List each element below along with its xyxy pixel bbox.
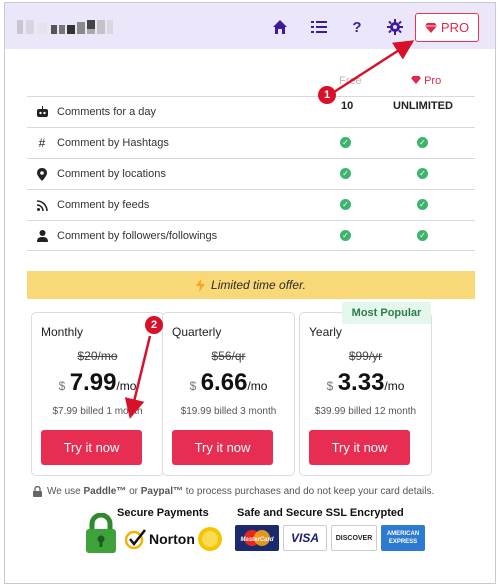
check-icon: ✓	[340, 199, 351, 210]
norton-check-icon	[125, 529, 146, 549]
visa-badge: VISA	[283, 525, 327, 551]
pro-button[interactable]: PRO	[415, 13, 479, 42]
robot-icon	[27, 106, 57, 118]
hashtag-icon: #	[38, 136, 46, 150]
feature-row: Comment by locations	[27, 158, 475, 189]
norton-seal-icon	[197, 527, 222, 551]
mastercard-label: MasterCard	[240, 537, 273, 543]
offer-text: Limited time offer.	[211, 278, 306, 292]
limited-offer-banner: Limited time offer.	[27, 271, 475, 299]
plan-billing: $19.99 billed 3 month	[180, 406, 277, 417]
feature-row: Comment by feeds	[27, 189, 475, 220]
try-it-now-button-monthly[interactable]: Try it now	[41, 430, 142, 465]
try-it-now-button-yearly[interactable]: Try it now	[309, 430, 410, 465]
price-period: /mo	[247, 379, 268, 393]
check-icon: ✓	[417, 230, 428, 241]
mastercard-badge: MasterCard	[235, 525, 279, 551]
blurred-logo	[17, 17, 113, 37]
gem-icon	[424, 22, 437, 33]
price-currency: $	[58, 379, 66, 393]
check-icon: ✓	[340, 230, 351, 241]
amex-badge: AMERICAN EXPRESS	[381, 525, 425, 551]
payment-note-or: or	[126, 486, 141, 497]
feature-label: Comment by Hashtags	[57, 137, 169, 149]
user-icon	[27, 229, 57, 242]
help-icon[interactable]: ?	[345, 15, 369, 39]
payment-note: We use Paddle™ or Paypal™ to process pur…	[33, 486, 483, 497]
gem-icon	[411, 76, 421, 84]
plan-name: Yearly	[309, 325, 342, 339]
payment-note-text: We use Paddle™ or Paypal™ to process pur…	[47, 486, 434, 497]
lightning-icon	[196, 278, 206, 292]
feature-row: Comments for a day	[27, 96, 475, 127]
try-it-now-button-quarterly[interactable]: Try it now	[172, 430, 273, 465]
list-icon[interactable]	[307, 15, 331, 39]
paypal-label: Paypal™	[140, 486, 183, 497]
check-icon: ✓	[417, 199, 428, 210]
padlock-icon	[86, 513, 116, 553]
free-column-header: Free	[339, 75, 362, 87]
gear-icon[interactable]	[383, 15, 407, 39]
plan-name: Quarterly	[172, 325, 222, 339]
pro-column-label: Pro	[424, 75, 442, 87]
feature-label: Comment by feeds	[57, 199, 150, 211]
rss-feed-icon	[27, 199, 57, 211]
payment-note-prefix: We use	[47, 486, 84, 497]
top-bar: ? PRO	[5, 3, 495, 49]
price-currency: $	[326, 379, 334, 393]
plan-card-monthly: Monthly $20/mo $ 7.99/mo $7.99 billed 1 …	[31, 312, 164, 476]
paddle-label: Paddle™	[83, 486, 127, 497]
secure-payments-title: Secure Payments	[117, 507, 209, 519]
most-popular-badge: Most Popular	[342, 302, 431, 324]
check-icon: ✓	[340, 168, 351, 179]
payment-note-suffix: to process purchases and do not keep you…	[183, 486, 435, 497]
price-period: /mo	[384, 379, 405, 393]
pro-button-label: PRO	[440, 20, 470, 35]
discover-badge: DISCOVER	[331, 525, 377, 551]
price-currency: $	[189, 379, 197, 393]
plan-card-yearly: Yearly $99/yr $ 3.33/mo $39.99 billed 12…	[299, 312, 432, 476]
plan-old-price: $20/mo	[77, 349, 118, 363]
plan-price: $ 6.66/mo	[163, 369, 294, 397]
feature-row: # Comment by Hashtags	[27, 127, 475, 158]
price-amount: 7.99	[69, 369, 117, 396]
price-period: /mo	[116, 379, 137, 393]
price-amount: 6.66	[200, 369, 248, 396]
norton-label: Norton	[149, 531, 195, 547]
feature-label: Comment by followers/followings	[57, 229, 218, 242]
norton-badge: Norton	[125, 526, 223, 552]
ssl-title: Safe and Secure SSL Encrypted	[237, 507, 404, 519]
home-icon[interactable]	[268, 15, 292, 39]
extension-popup: ? PRO Free Pro 10 UNLIMITED Comments for…	[4, 2, 496, 584]
check-icon: ✓	[417, 137, 428, 148]
plan-old-price: $56/qr	[211, 349, 246, 363]
plan-price: $ 3.33/mo	[300, 369, 431, 397]
price-amount: 3.33	[337, 369, 385, 396]
plan-billing: $39.99 billed 12 month	[314, 406, 417, 417]
annotation-marker-1: 1	[318, 86, 336, 104]
mastercard-icon: MasterCard	[240, 530, 274, 546]
plan-old-price: $99/yr	[348, 349, 383, 363]
plan-card-quarterly: Quarterly $56/qr $ 6.66/mo $19.99 billed…	[162, 312, 295, 476]
pro-column-header: Pro	[411, 75, 441, 87]
plan-name: Monthly	[41, 325, 84, 339]
feature-row: Comment by followers/followings	[27, 220, 475, 251]
check-icon: ✓	[417, 168, 428, 179]
plan-billing: $7.99 billed 1 month	[52, 406, 143, 417]
annotation-marker-2: 2	[145, 316, 163, 334]
feature-label: Comments for a day	[57, 106, 157, 118]
location-pin-icon	[27, 167, 57, 181]
plan-price: $ 7.99/mo	[32, 369, 163, 397]
feature-label: Comment by locations	[57, 168, 166, 180]
check-icon: ✓	[340, 137, 351, 148]
lock-icon	[33, 486, 42, 497]
